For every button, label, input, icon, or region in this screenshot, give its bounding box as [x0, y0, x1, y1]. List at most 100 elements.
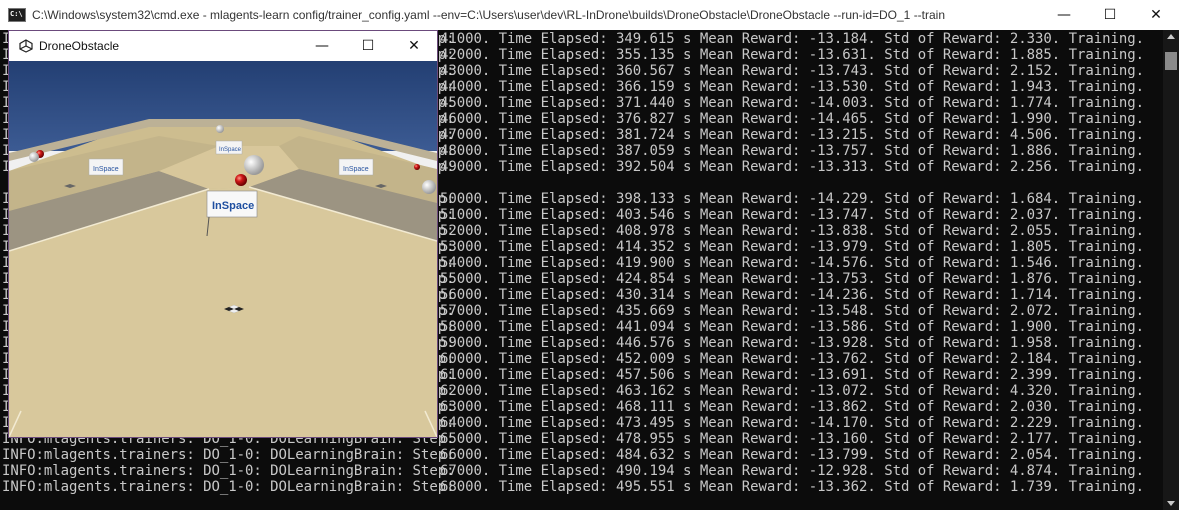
minimize-button[interactable]: —	[1041, 0, 1087, 30]
log-time-label: Time Elapsed:	[498, 127, 608, 143]
log-status: Training.	[1068, 415, 1144, 431]
log-std-label: Std of Reward:	[884, 127, 1002, 143]
log-status: Training.	[1068, 239, 1144, 255]
log-std-label: Std of Reward:	[884, 223, 1002, 239]
log-reward-label: Mean Reward:	[699, 447, 801, 463]
log-time: 457.506	[616, 367, 675, 383]
log-status: Training.	[1068, 335, 1144, 351]
log-step: 66000.	[440, 447, 491, 463]
log-time: 473.495	[616, 415, 675, 431]
log-time-label: Time Elapsed:	[498, 287, 608, 303]
log-reward-label: Mean Reward:	[699, 127, 801, 143]
log-time: 408.978	[616, 223, 675, 239]
log-time: 441.094	[616, 319, 675, 335]
white-ball	[244, 155, 264, 175]
log-reward-label: Mean Reward:	[699, 191, 801, 207]
log-step: 42000.	[440, 47, 491, 63]
log-reward-label: Mean Reward:	[699, 47, 801, 63]
log-std: 1.774.	[1009, 95, 1061, 111]
scrollbar-thumb[interactable]	[1165, 52, 1177, 70]
log-status: Training.	[1068, 63, 1144, 79]
log-std-label: Std of Reward:	[884, 31, 1002, 47]
log-status: Training.	[1068, 79, 1144, 95]
console-scrollbar[interactable]	[1163, 30, 1179, 510]
close-button[interactable]: ✕	[1133, 0, 1179, 30]
game-close-button[interactable]: ✕	[391, 31, 437, 61]
log-std-label: Std of Reward:	[884, 335, 1002, 351]
log-step: 61000.	[440, 367, 491, 383]
log-status: Training.	[1068, 31, 1144, 47]
log-time-label: Time Elapsed:	[498, 271, 608, 287]
log-prefix: INFO:mlagents.trainers: DO_1-0: DOLearni…	[2, 463, 455, 479]
log-std: 1.885.	[1009, 47, 1061, 63]
log-reward-label: Mean Reward:	[699, 63, 801, 79]
svg-text:InSpace: InSpace	[219, 147, 242, 153]
game-window-title: DroneObstacle	[39, 39, 120, 53]
log-time: 403.546	[616, 207, 675, 223]
log-reward: -13.747.	[808, 207, 876, 223]
log-step: 49000.	[440, 159, 491, 175]
log-reward-label: Mean Reward:	[699, 415, 801, 431]
log-reward-label: Mean Reward:	[699, 239, 801, 255]
log-reward-label: Mean Reward:	[699, 319, 801, 335]
game-viewport[interactable]: InSpace InSpace InSpace InSpace	[9, 61, 437, 437]
log-time-label: Time Elapsed:	[498, 239, 608, 255]
log-prefix: INFO:mlagents.trainers: DO_1-0: DOLearni…	[2, 479, 455, 495]
log-reward: -14.576.	[808, 255, 876, 271]
log-std: 1.805.	[1009, 239, 1061, 255]
log-reward: -14.465.	[808, 111, 876, 127]
log-step: 59000.	[440, 335, 491, 351]
log-std-label: Std of Reward:	[884, 255, 1002, 271]
log-time-label: Time Elapsed:	[498, 303, 608, 319]
log-time: 398.133	[616, 191, 675, 207]
log-time-label: Time Elapsed:	[498, 159, 608, 175]
log-time: 414.352	[616, 239, 675, 255]
log-time-label: Time Elapsed:	[498, 351, 608, 367]
log-time-label: Time Elapsed:	[498, 191, 608, 207]
log-reward-label: Mean Reward:	[699, 383, 801, 399]
log-status: Training.	[1068, 399, 1144, 415]
log-std: 2.399.	[1009, 367, 1061, 383]
log-status: Training.	[1068, 383, 1144, 399]
log-reward-label: Mean Reward:	[699, 271, 801, 287]
log-status: Training.	[1068, 287, 1144, 303]
maximize-button[interactable]: ☐	[1087, 0, 1133, 30]
log-std-label: Std of Reward:	[884, 303, 1002, 319]
log-reward: -13.928.	[808, 335, 876, 351]
log-step: 56000.	[440, 287, 491, 303]
log-time-label: Time Elapsed:	[498, 95, 608, 111]
log-time: 435.669	[616, 303, 675, 319]
log-reward-label: Mean Reward:	[699, 159, 801, 175]
scroll-down-arrow-icon[interactable]	[1167, 501, 1175, 506]
log-time: 490.194	[616, 463, 675, 479]
log-std: 1.943.	[1009, 79, 1061, 95]
log-time: 430.314	[616, 287, 675, 303]
log-std-label: Std of Reward:	[884, 383, 1002, 399]
log-status: Training.	[1068, 367, 1144, 383]
log-std: 2.055.	[1009, 223, 1061, 239]
log-std-label: Std of Reward:	[884, 319, 1002, 335]
log-time: 392.504	[616, 159, 675, 175]
log-reward: -13.799.	[808, 447, 876, 463]
log-status: Training.	[1068, 127, 1144, 143]
log-step: 48000.	[440, 143, 491, 159]
game-minimize-button[interactable]: —	[299, 31, 345, 61]
log-reward-label: Mean Reward:	[699, 479, 801, 495]
log-std: 1.876.	[1009, 271, 1061, 287]
log-time: 366.159	[616, 79, 675, 95]
log-time: 446.576	[616, 335, 675, 351]
log-status: Training.	[1068, 351, 1144, 367]
log-reward-label: Mean Reward:	[699, 79, 801, 95]
scroll-up-arrow-icon[interactable]	[1167, 34, 1175, 39]
log-step: 54000.	[440, 255, 491, 271]
log-time-label: Time Elapsed:	[498, 367, 608, 383]
log-reward-label: Mean Reward:	[699, 207, 801, 223]
log-time: 371.440	[616, 95, 675, 111]
log-std: 2.256.	[1009, 159, 1061, 175]
white-ball	[29, 152, 39, 162]
game-maximize-button[interactable]: ☐	[345, 31, 391, 61]
log-std: 2.037.	[1009, 207, 1061, 223]
red-ball	[235, 174, 247, 186]
log-time-label: Time Elapsed:	[498, 223, 608, 239]
log-step: 65000.	[440, 431, 491, 447]
